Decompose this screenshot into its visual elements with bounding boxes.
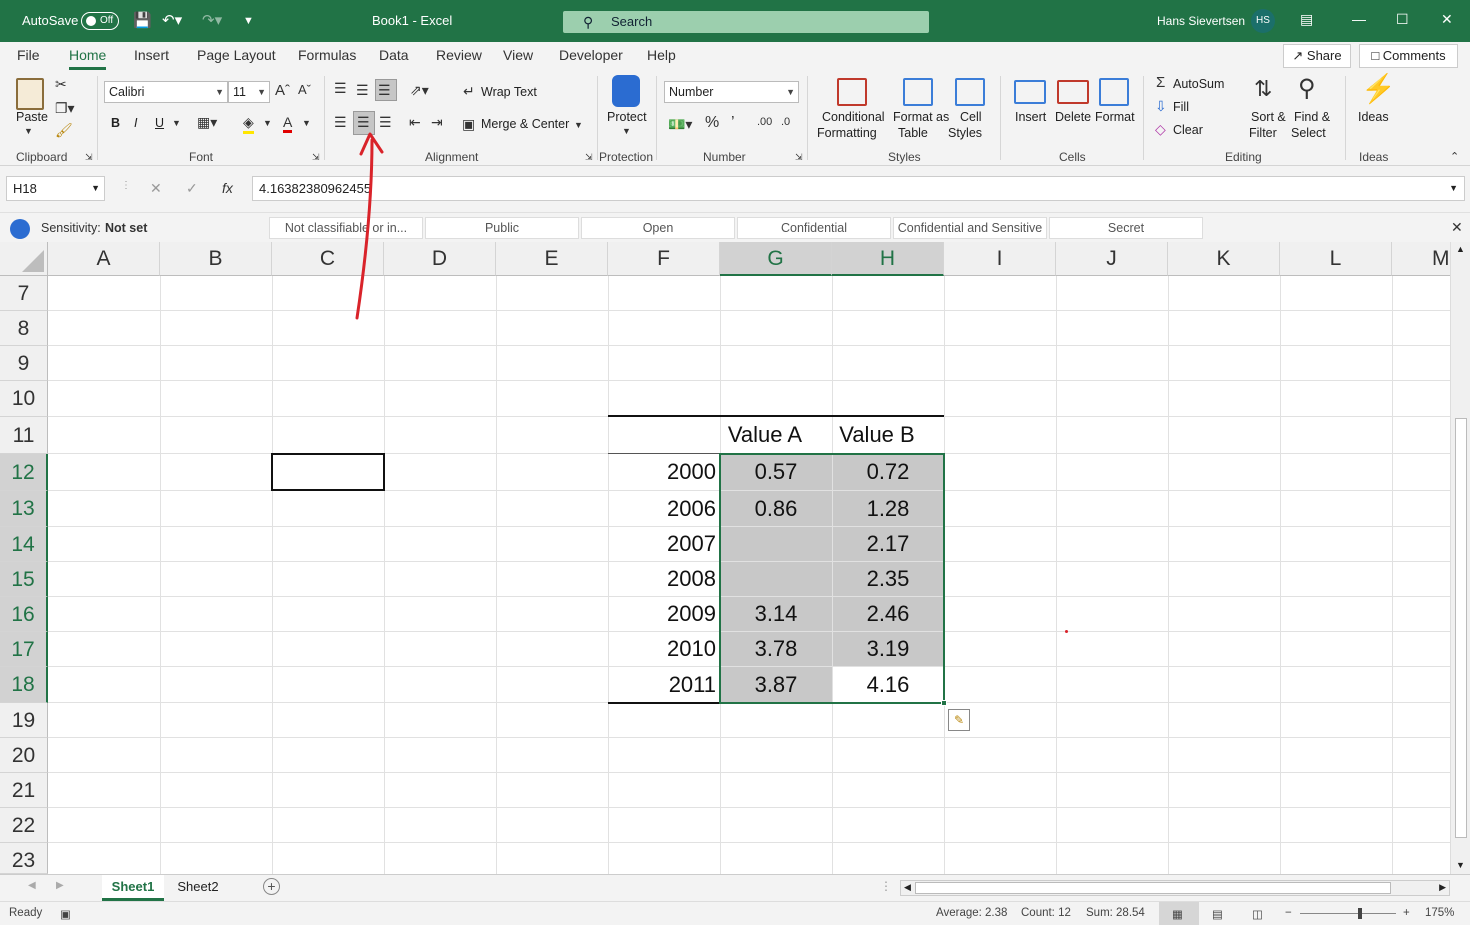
macro-record-icon[interactable]: ▣ [60, 907, 71, 921]
sheet-tab-sheet2[interactable]: Sheet2 [168, 875, 228, 901]
status-average[interactable]: Average: 2.38 [936, 907, 1007, 919]
scroll-down-icon[interactable]: ▼ [1456, 860, 1465, 870]
annotation-arrow-path [355, 138, 374, 320]
status-sum[interactable]: Sum: 28.54 [1086, 907, 1145, 919]
zoom-slider-track[interactable] [1300, 913, 1396, 914]
vertical-scrollbar[interactable]: ▲ ▼ [1450, 242, 1470, 874]
scroll-up-icon[interactable]: ▲ [1456, 244, 1465, 254]
sheet-tab-sheet1[interactable]: Sheet1 [102, 875, 164, 901]
add-sheet-icon[interactable]: + [263, 878, 280, 895]
prev-sheet-icon[interactable]: ◀ [28, 880, 36, 891]
zoom-slider-thumb[interactable] [1358, 908, 1362, 919]
page-break-view-icon[interactable]: ◫ [1252, 907, 1263, 921]
zoom-level[interactable]: 175% [1425, 907, 1454, 919]
sheet-tabs-bar: ◀ ▶ Sheet1 Sheet2 + ⋮ ◀ ▶ [0, 874, 1470, 901]
zoom-out-icon[interactable]: − [1285, 907, 1292, 919]
scroll-left-icon[interactable]: ◀ [904, 882, 911, 893]
scroll-thumb[interactable] [1455, 418, 1467, 838]
zoom-in-icon[interactable]: + [1403, 907, 1410, 919]
annotation-arrow [355, 132, 384, 320]
normal-view-icon[interactable]: ▦ [1172, 907, 1183, 921]
scroll-right-icon[interactable]: ▶ [1439, 882, 1446, 893]
horizontal-scrollbar[interactable]: ◀ ▶ [900, 880, 1450, 896]
h-scroll-thumb[interactable] [915, 882, 1391, 894]
split-handle-icon[interactable]: ⋮ [880, 879, 892, 893]
status-count[interactable]: Count: 12 [1021, 907, 1071, 919]
status-bar: Ready ▣ Average: 2.38 Count: 12 Sum: 28.… [0, 901, 1470, 925]
status-ready: Ready [9, 907, 43, 919]
page-layout-view-icon[interactable]: ▤ [1212, 907, 1223, 921]
next-sheet-icon[interactable]: ▶ [56, 880, 64, 891]
